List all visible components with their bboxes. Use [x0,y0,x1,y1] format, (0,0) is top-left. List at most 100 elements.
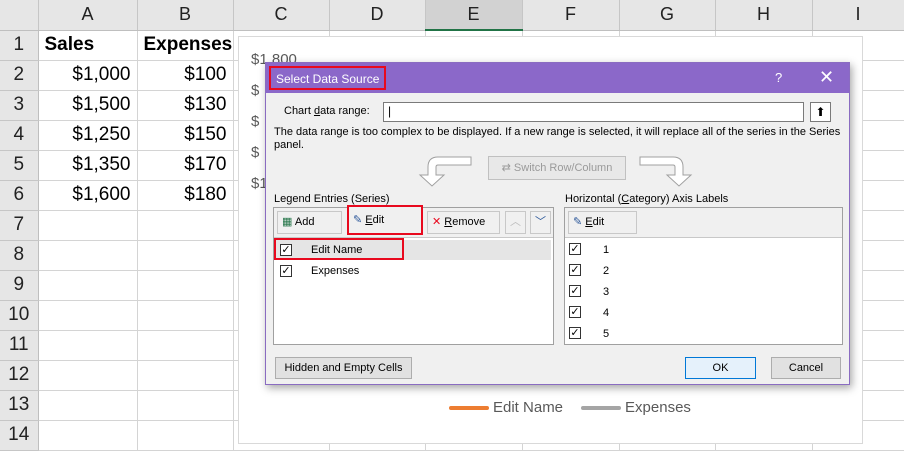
series-row[interactable]: ✓ Expenses [276,261,551,281]
chart-data-range-input[interactable]: | [383,102,804,122]
cell-b8[interactable] [137,240,234,271]
row-header[interactable]: 4 [0,120,39,151]
column-header-e[interactable]: E [425,0,523,31]
cell-b1[interactable]: Expenses [137,30,234,61]
cell-b13[interactable] [137,390,234,421]
cell-a4[interactable]: $1,250 [38,120,138,151]
category-label: 5 [603,328,610,340]
cell-a1[interactable]: Sales [38,30,138,61]
series-row[interactable]: ✓ Edit Name [274,238,551,260]
category-checkbox[interactable]: ✓ [569,285,581,297]
move-up-button[interactable]: ︿ [505,211,526,234]
cell-a6[interactable]: $1,600 [38,180,138,211]
close-button[interactable]: ✕ [819,67,834,88]
row-header[interactable]: 9 [0,270,39,301]
column-header-g[interactable]: G [619,0,716,31]
row-header[interactable]: 7 [0,210,39,241]
cell-b12[interactable] [137,360,234,391]
row-header[interactable]: 8 [0,240,39,271]
y-axis-tick-label: $ [251,82,260,99]
y-axis-tick-label: $ [251,113,260,130]
category-checkbox[interactable]: ✓ [569,327,581,339]
category-label: 2 [603,265,610,277]
collapse-range-button[interactable]: ⬆ [810,102,831,122]
cell-a2[interactable]: $1,000 [38,60,138,91]
row-header[interactable]: 3 [0,90,39,121]
row-header[interactable]: 10 [0,300,39,331]
category-row[interactable]: ✓ 2 [567,261,840,281]
cell-a7[interactable] [38,210,138,241]
column-header-b[interactable]: B [137,0,234,31]
cell-a13[interactable] [38,390,138,421]
add-icon: ▦ [282,216,293,228]
column-header-f[interactable]: F [522,0,620,31]
column-header-a[interactable]: A [38,0,138,31]
category-row[interactable]: ✓ 4 [567,303,840,323]
legend-label: Expenses [625,399,691,416]
axis-labels-panel: ✎ Edit ✓ 1 ✓ 2 ✓ 3 ✓ 4 ✓ 5 [564,207,843,345]
chart-legend[interactable]: Edit Name Expenses [449,399,709,416]
row-header[interactable]: 5 [0,150,39,181]
legend-line-swatch [449,405,489,410]
column-header-c[interactable]: C [233,0,330,31]
cell-a10[interactable] [38,300,138,331]
category-row[interactable]: ✓ 1 [567,240,840,260]
column-header-i[interactable]: I [812,0,904,31]
legend-entry[interactable]: Expenses [581,399,691,416]
dialog-titlebar[interactable]: Select Data Source ? ✕ [266,63,849,93]
cell-a8[interactable] [38,240,138,271]
cell-a9[interactable] [38,270,138,301]
cell-b10[interactable] [137,300,234,331]
help-button[interactable]: ? [775,70,782,85]
remove-icon: ✕ [432,216,442,228]
cell-b4[interactable]: $150 [137,120,234,151]
category-checkbox[interactable]: ✓ [569,243,581,255]
column-header-d[interactable]: D [329,0,426,31]
category-row[interactable]: ✓ 5 [567,324,840,344]
cell-b7[interactable] [137,210,234,241]
cell-a11[interactable] [38,330,138,361]
hidden-empty-cells-button[interactable]: Hidden and Empty Cells [275,357,412,379]
cell-a5[interactable]: $1,350 [38,150,138,181]
cancel-button[interactable]: Cancel [771,357,841,379]
legend-entries-title: Legend Entries (Series) [274,193,390,205]
remove-series-button[interactable]: ✕ Remove [427,211,500,234]
cell-b3[interactable]: $130 [137,90,234,121]
row-header[interactable]: 11 [0,330,39,361]
row-header[interactable]: 2 [0,60,39,91]
category-label: 3 [603,286,610,298]
switch-left-arrow-icon [418,156,472,187]
legend-entries-panel: ▦ Add ✎ Edit ✕ Remove ︿ ﹀ ✓ Edit Name ✓ Exp… [273,205,554,345]
legend-entry[interactable]: Edit Name [449,399,563,416]
switch-right-arrow-icon [639,156,693,187]
legend-label: Edit Name [493,399,564,416]
edit-series-button[interactable]: ✎ Edit [347,205,423,235]
row-header[interactable]: 13 [0,390,39,421]
add-series-button[interactable]: ▦ Add [277,211,342,234]
edit-icon: ✎ [573,216,583,228]
ok-button[interactable]: OK [685,357,756,379]
cell-b9[interactable] [137,270,234,301]
range-message: The data range is too complex to be disp… [274,126,841,151]
edit-axis-labels-button[interactable]: ✎ Edit [568,211,637,234]
move-down-button[interactable]: ﹀ [530,211,551,234]
row-header[interactable]: 12 [0,360,39,391]
cell-a3[interactable]: $1,500 [38,90,138,121]
select-all-corner[interactable] [0,0,39,31]
cell-b2[interactable]: $100 [137,60,234,91]
category-checkbox[interactable]: ✓ [569,306,581,318]
select-data-source-dialog: Select Data Source ? ✕ Chart data range:… [265,62,850,385]
cell-b6[interactable]: $180 [137,180,234,211]
cell-b11[interactable] [137,330,234,361]
category-checkbox[interactable]: ✓ [569,264,581,276]
cell-a12[interactable] [38,360,138,391]
cell-b5[interactable]: $170 [137,150,234,181]
switch-row-column-button[interactable]: ⇄ Switch Row/Column [488,156,626,180]
row-header[interactable]: 1 [0,30,39,61]
column-header-h[interactable]: H [715,0,813,31]
chart-data-range-label: Chart data range: [284,105,370,117]
switch-icon: ⇄ [501,162,514,174]
category-row[interactable]: ✓ 3 [567,282,840,302]
row-header[interactable]: 6 [0,180,39,211]
series-checkbox[interactable]: ✓ [280,265,292,277]
